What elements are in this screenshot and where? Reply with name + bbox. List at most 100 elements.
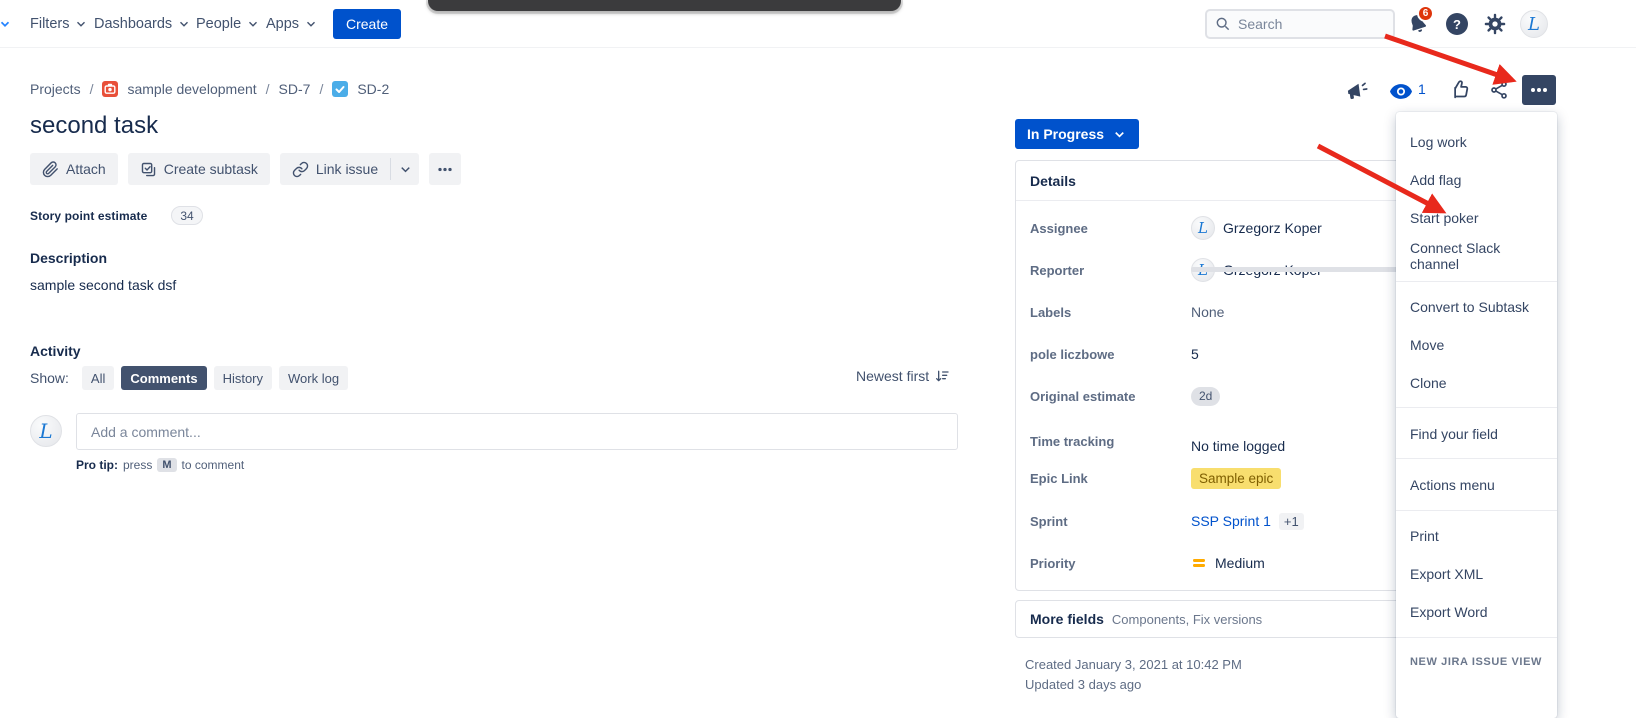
sort-order-button[interactable]: Newest first bbox=[856, 368, 950, 384]
sort-order-label: Newest first bbox=[856, 368, 930, 384]
issue-actions-menu-button[interactable] bbox=[1522, 75, 1556, 105]
help-button[interactable]: ? bbox=[1446, 13, 1468, 35]
nav-dashboards-label: Dashboards bbox=[94, 16, 173, 32]
link-issue-button[interactable]: Link issue bbox=[280, 153, 390, 185]
eye-icon bbox=[1390, 84, 1412, 99]
subtask-icon bbox=[141, 162, 155, 176]
menu-item-clone[interactable]: Clone bbox=[1396, 364, 1557, 402]
actions-menu-label: Actions menu bbox=[1410, 477, 1495, 493]
nav-apps[interactable]: Apps bbox=[266, 0, 318, 48]
menu-item-export-word[interactable]: Export Word bbox=[1396, 593, 1557, 631]
issue-title[interactable]: second task bbox=[30, 112, 158, 140]
menu-item-move[interactable]: Move bbox=[1396, 326, 1557, 364]
avatar-letter: L bbox=[1198, 219, 1208, 237]
comment-input[interactable] bbox=[76, 413, 958, 450]
create-button[interactable]: Create bbox=[333, 9, 402, 39]
more-actions-button[interactable] bbox=[429, 153, 462, 185]
updated-date: Updated 3 days ago bbox=[1025, 677, 1142, 692]
breadcrumb-separator: / bbox=[265, 81, 270, 97]
original-estimate-value[interactable]: 2d bbox=[1191, 386, 1221, 406]
chevron-down-icon bbox=[77, 21, 86, 27]
story-point-value-badge[interactable]: 34 bbox=[171, 206, 203, 225]
number-field-value[interactable]: 5 bbox=[1191, 346, 1199, 362]
breadcrumb-separator: / bbox=[89, 81, 94, 97]
menu-item-actions-menu[interactable]: Actions menu . bbox=[1396, 466, 1557, 504]
activity-filter-row: Show: All Comments History Work log bbox=[30, 366, 349, 390]
sprint-label: Sprint bbox=[1030, 513, 1068, 529]
nav-people-label: People bbox=[196, 16, 242, 32]
notification-count-badge: 6 bbox=[1417, 5, 1434, 22]
task-type-icon bbox=[332, 81, 349, 97]
app-switcher-chevron-icon[interactable] bbox=[0, 17, 12, 31]
priority-name: Medium bbox=[1215, 555, 1265, 571]
labels-value[interactable]: None bbox=[1191, 304, 1224, 320]
sort-descending-icon bbox=[936, 370, 949, 382]
menu-item-export-xml[interactable]: Export XML bbox=[1396, 555, 1557, 593]
feedback-button[interactable] bbox=[1346, 81, 1369, 102]
assignee-value[interactable]: L Grzegorz Koper bbox=[1191, 216, 1322, 240]
menu-item-find-your-field[interactable]: Find your field bbox=[1396, 415, 1557, 453]
chevron-down-icon bbox=[1115, 131, 1124, 138]
breadcrumb-current-issue[interactable]: SD-2 bbox=[357, 81, 389, 97]
show-label: Show: bbox=[30, 370, 69, 386]
tab-history[interactable]: History bbox=[213, 366, 273, 390]
comment-pro-tip: Pro tip: press M to comment bbox=[76, 458, 244, 472]
user-avatar[interactable]: L bbox=[1520, 10, 1548, 38]
link-issue-dropdown-button[interactable] bbox=[391, 153, 419, 185]
status-dropdown-button[interactable]: In Progress bbox=[1015, 119, 1140, 149]
story-point-row: Story point estimate 34 bbox=[30, 206, 203, 225]
labels-label: Labels bbox=[1030, 304, 1072, 320]
assignee-label: Assignee bbox=[1030, 220, 1088, 236]
breadcrumb-projects[interactable]: Projects bbox=[30, 81, 81, 97]
menu-item-convert-to-subtask[interactable]: Convert to Subtask bbox=[1396, 288, 1557, 326]
time-tracking-label: Time tracking bbox=[1030, 433, 1115, 449]
breadcrumb-parent-issue[interactable]: SD-7 bbox=[279, 81, 311, 97]
priority-value[interactable]: Medium bbox=[1191, 555, 1265, 571]
time-tracking-value[interactable]: No time logged bbox=[1191, 438, 1285, 454]
menu-item-start-poker[interactable]: Start poker bbox=[1396, 199, 1557, 237]
breadcrumb-separator: / bbox=[319, 81, 324, 97]
epic-link-value[interactable]: Sample epic bbox=[1191, 467, 1282, 489]
chevron-down-icon bbox=[249, 21, 258, 27]
megaphone-icon bbox=[1347, 82, 1368, 100]
menu-item-connect-slack[interactable]: Connect Slack channel bbox=[1396, 237, 1557, 275]
global-search[interactable] bbox=[1205, 9, 1395, 39]
menu-divider bbox=[1396, 281, 1557, 282]
breadcrumb-project[interactable]: sample development bbox=[127, 81, 256, 97]
activity-heading: Activity bbox=[30, 343, 81, 359]
status-label: In Progress bbox=[1027, 126, 1105, 142]
tab-all[interactable]: All bbox=[81, 366, 115, 390]
pro-tip-text: press bbox=[123, 458, 153, 472]
ellipsis-icon bbox=[1531, 88, 1547, 92]
nav-people[interactable]: People bbox=[196, 0, 260, 48]
epic-badge[interactable]: Sample epic bbox=[1191, 467, 1282, 489]
attach-button[interactable]: Attach bbox=[30, 153, 118, 185]
menu-item-add-flag[interactable]: Add flag bbox=[1396, 161, 1557, 199]
sprint-extra-badge[interactable]: +1 bbox=[1278, 512, 1304, 530]
tab-comments[interactable]: Comments bbox=[121, 366, 207, 390]
menu-divider bbox=[1396, 510, 1557, 511]
ellipsis-icon bbox=[438, 167, 452, 171]
search-input[interactable] bbox=[1238, 16, 1378, 32]
notifications-button[interactable]: 6 bbox=[1406, 5, 1434, 38]
nav-filters[interactable]: Filters bbox=[30, 0, 88, 48]
watch-button[interactable] bbox=[1390, 84, 1412, 99]
tab-worklog[interactable]: Work log bbox=[279, 366, 349, 390]
vote-button[interactable] bbox=[1449, 79, 1470, 100]
epic-link-label: Epic Link bbox=[1030, 470, 1088, 486]
description-heading: Description bbox=[30, 250, 108, 266]
settings-button[interactable] bbox=[1484, 13, 1506, 35]
share-button[interactable] bbox=[1489, 80, 1509, 100]
nav-dashboards[interactable]: Dashboards bbox=[94, 0, 191, 48]
search-icon bbox=[1216, 17, 1230, 31]
reporter-label: Reporter bbox=[1030, 262, 1085, 278]
create-subtask-button[interactable]: Create subtask bbox=[127, 153, 270, 185]
share-icon bbox=[1491, 81, 1507, 99]
priority-medium-icon bbox=[1193, 559, 1205, 567]
sprint-link[interactable]: SSP Sprint 1 bbox=[1191, 513, 1271, 529]
menu-item-log-work[interactable]: Log work bbox=[1396, 123, 1557, 161]
screen-overlay-bar bbox=[428, 0, 901, 11]
menu-item-print[interactable]: Print bbox=[1396, 517, 1557, 555]
watch-count: 1 bbox=[1418, 81, 1426, 97]
description-text[interactable]: sample second task dsf bbox=[30, 277, 176, 293]
